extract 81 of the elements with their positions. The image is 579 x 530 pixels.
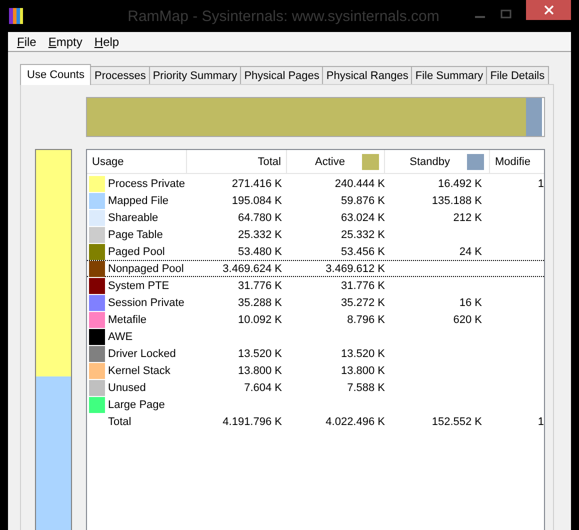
table-cell: 31.776 K (340, 280, 385, 292)
table-row[interactable]: Mapped File 195.084 K 59.876 K 135.188 K (87, 192, 544, 209)
table-cell: 135.188 K (432, 194, 482, 206)
table-row[interactable]: System PTE 31.776 K 31.776 K (87, 277, 544, 294)
table-row[interactable]: Large Page (87, 396, 544, 413)
tab[interactable]: Processes (90, 66, 150, 84)
menu-item[interactable]: File (12, 34, 42, 50)
table-cell: 620 K (453, 314, 482, 326)
tab[interactable]: Use Counts (20, 64, 92, 85)
tab[interactable]: Priority Summary (148, 66, 242, 84)
table-cell: 59.876 K (340, 194, 385, 206)
column-header[interactable]: Usage (87, 150, 187, 173)
table-cell: 16 K (459, 296, 482, 308)
table-cell: 212 K (453, 212, 482, 224)
window-title: RamMap - Sysinternals: www.sysinternals.com (126, 8, 440, 24)
table-cell: 35.272 K (340, 296, 385, 308)
table-cell: 13.800 K (340, 364, 385, 376)
usage-name: System PTE (108, 280, 170, 292)
table-row[interactable]: AWE (87, 328, 544, 345)
table-row[interactable]: Kernel Stack 13.800 K 13.800 K (87, 362, 544, 379)
table-cell: 25.332 K (340, 228, 385, 240)
table-row[interactable]: Session Private 35.288 K 35.272 K 16 K (87, 294, 544, 311)
tab[interactable]: Physical Pages (240, 66, 324, 84)
table-cell: 10.092 K (238, 314, 282, 326)
usage-name: Large Page (108, 398, 165, 410)
table-cell: 4.191.796 K (222, 416, 282, 428)
table-cell: 53.456 K (340, 246, 385, 258)
table-cell: 195.084 K (232, 194, 282, 206)
table-cell: 3.469.624 K (222, 262, 282, 274)
table-cell: 7.604 K (244, 382, 282, 394)
menu-item[interactable]: Empty (43, 34, 88, 50)
menu-item[interactable]: Help (89, 34, 124, 50)
table-cell: 64.780 K (238, 212, 282, 224)
table-cell: 13.520 K (238, 348, 282, 360)
table-row[interactable]: Page Table 25.332 K 25.332 K (87, 226, 544, 243)
usage-name: Unused (108, 382, 146, 394)
table-row[interactable]: Unused 7.604 K 7.588 K (87, 379, 544, 396)
table-cell: 53.480 K (238, 246, 282, 258)
usage-name: Total (108, 416, 132, 428)
table-cell: 13.800 K (238, 364, 282, 376)
column-header[interactable]: Active (287, 150, 385, 173)
table-cell: 25.332 K (238, 228, 282, 240)
usage-name: Nonpaged Pool (108, 262, 184, 274)
tab[interactable]: File Summary (411, 66, 488, 84)
usage-name: Metafile (108, 314, 147, 326)
usage-name: Mapped File (108, 194, 169, 206)
table-cell: 24 K (459, 246, 482, 258)
table-row[interactable]: Driver Locked 13.520 K 13.520 K (87, 345, 544, 362)
table-cell: 35.288 K (238, 296, 282, 308)
column-header[interactable]: Total (187, 150, 287, 173)
table-cell: 63.024 K (340, 212, 385, 224)
table-cell: 1 (538, 416, 544, 428)
table-row[interactable]: Metafile 10.092 K 8.796 K 620 K (87, 311, 544, 328)
table-cell: 13.520 K (340, 348, 385, 360)
usage-name: Session Private (108, 296, 184, 308)
table-cell: 1 (538, 178, 544, 190)
table-row[interactable]: Total 4.191.796 K 4.022.496 K 152.552 K 1 (87, 413, 544, 430)
table-cell: 152.552 K (432, 416, 482, 428)
table-cell: 8.796 K (347, 314, 385, 326)
tab[interactable]: Physical Ranges (322, 66, 412, 84)
table-cell: 7.588 K (347, 382, 385, 394)
usage-name: Shareable (108, 212, 158, 224)
table-cell: 4.022.496 K (326, 416, 385, 428)
table-row[interactable]: Process Private 271.416 K 240.444 K 16.492 K 1 (87, 175, 544, 192)
table-cell: 240.444 K (334, 178, 385, 190)
usage-name: Process Private (108, 178, 186, 190)
tab[interactable]: File Details (486, 66, 549, 84)
usage-name: Paged Pool (108, 246, 165, 258)
table-cell: 31.776 K (238, 280, 282, 292)
table-cell: 271.416 K (232, 178, 282, 190)
usage-name: Kernel Stack (108, 364, 170, 376)
usage-name: Page Table (108, 228, 163, 240)
table-row[interactable]: Shareable 64.780 K 63.024 K 212 K (87, 209, 544, 226)
column-header[interactable]: Modifie (490, 150, 544, 173)
table-cell: 3.469.612 K (326, 262, 385, 274)
table-row[interactable]: Paged Pool 53.480 K 53.456 K 24 K (87, 243, 544, 260)
usage-name: AWE (108, 330, 133, 342)
table-row[interactable]: Nonpaged Pool 3.469.624 K 3.469.612 K (87, 260, 544, 277)
usage-name: Driver Locked (108, 348, 176, 360)
column-header[interactable]: Standby (385, 150, 490, 173)
table-cell: 16.492 K (438, 178, 482, 190)
